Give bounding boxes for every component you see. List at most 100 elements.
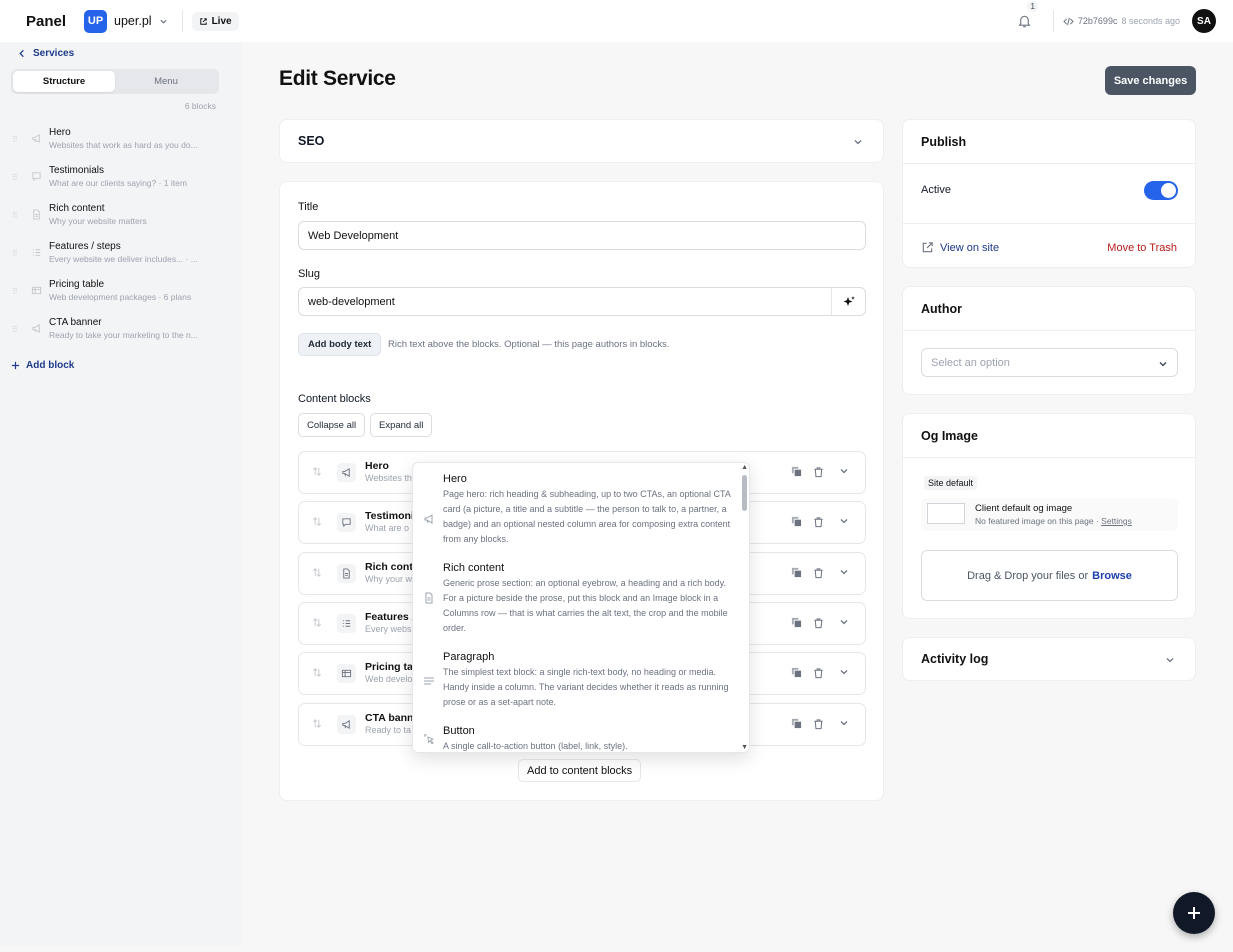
drag-handle-icon[interactable]: ⠿ [12,173,18,182]
block-option-button[interactable]: Button A single call-to-action button (l… [413,725,743,752]
add-body-text-button[interactable]: Add body text [298,333,382,356]
slug-field[interactable]: web-development [298,287,866,316]
notifications-button[interactable]: 1 [1017,1,1038,29]
active-toggle[interactable] [1144,181,1178,200]
generate-slug-button[interactable] [831,288,865,315]
reorder-icon[interactable] [312,718,322,729]
drag-handle-icon[interactable]: ⠿ [12,287,18,296]
chevron-down-icon[interactable] [839,617,849,627]
reorder-icon[interactable] [312,567,322,578]
scroll-up-arrow-icon[interactable]: ▲ [741,464,748,471]
chevron-down-icon[interactable] [853,137,863,147]
document-icon [31,209,42,220]
commit-time: 8 seconds ago [1121,16,1180,26]
brand-logo[interactable]: Panel [26,13,66,30]
live-label: Live [211,15,232,27]
block-option-description: Page hero: rich heading & subheading, up… [443,489,731,544]
external-link-icon [199,17,208,26]
live-button[interactable]: Live [191,11,239,31]
settings-link[interactable]: Settings [1101,516,1132,526]
megaphone-icon [31,323,42,334]
block-option-title: Button [443,725,475,737]
drag-handle-icon[interactable]: ⠿ [12,249,18,258]
duplicate-icon[interactable] [791,516,802,527]
reorder-icon[interactable] [312,617,322,628]
sidebar-item-title: Testimonials [49,165,105,176]
duplicate-icon[interactable] [791,667,802,678]
save-button[interactable]: Save changes [1105,66,1196,95]
file-drop-zone[interactable]: Drag & Drop your files or Browse [921,550,1178,601]
trash-icon[interactable] [813,466,824,478]
trash-icon[interactable] [813,516,824,528]
back-link[interactable]: Services [18,48,74,59]
pointer-click-icon [423,733,435,745]
duplicate-icon[interactable] [791,718,802,729]
workspace-name[interactable]: uper.pl [114,14,152,28]
sidebar-item-cta-banner[interactable]: ⠿ CTA banner Ready to take your marketin… [0,315,241,351]
sidebar-item-subtitle: Websites that work as hard as you do... [49,140,198,150]
add-block-button[interactable]: Add block [11,360,74,371]
chevron-down-icon[interactable] [839,466,849,476]
sidebar-item-pricing-table[interactable]: ⠿ Pricing table Web development packages… [0,277,241,313]
plus-icon [1186,905,1202,921]
trash-icon[interactable] [813,567,824,579]
drag-handle-icon[interactable]: ⠿ [12,211,18,220]
lines-icon [423,675,435,687]
sidebar-item-features-steps[interactable]: ⠿ Features / steps Every website we deli… [0,239,241,275]
chevron-down-icon[interactable] [839,516,849,526]
reorder-icon[interactable] [312,667,322,678]
tab-menu[interactable]: Menu [115,71,217,92]
block-option-paragraph[interactable]: Paragraph The simplest text block: a sin… [413,651,743,721]
seo-panel[interactable]: SEO [279,119,884,163]
sidebar-item-subtitle: What are our clients saying? · 1 item [49,178,187,188]
block-count: 6 blocks [184,101,216,111]
drag-handle-icon[interactable]: ⠿ [12,135,18,144]
chevron-down-icon[interactable] [839,667,849,677]
sidebar-item-title: Rich content [49,203,105,214]
back-link-label: Services [33,48,75,59]
document-icon [423,592,435,604]
block-option-hero[interactable]: Hero Page hero: rich heading & subheadin… [413,473,743,559]
trash-icon[interactable] [813,667,824,679]
block-option-rich-content[interactable]: Rich content Generic prose section: an o… [413,562,743,648]
sidebar-item-rich-content[interactable]: ⠿ Rich content Why your website matters [0,201,241,237]
expand-all-button[interactable]: Expand all [370,413,433,437]
chevron-down-icon[interactable] [159,17,168,26]
sidebar-item-subtitle: Why your website matters [49,216,147,226]
active-label: Active [921,184,951,196]
divider [181,10,183,32]
view-on-site-link[interactable]: View on site [921,241,999,254]
sidebar-item-hero[interactable]: ⠿ Hero Websites that work as hard as you… [0,125,241,161]
duplicate-icon[interactable] [791,466,802,477]
chevron-down-icon[interactable] [1165,655,1175,665]
tab-structure[interactable]: Structure [13,71,115,92]
floating-add-button[interactable] [1173,892,1215,934]
block-subtitle: What are o [365,523,410,533]
chevron-down-icon[interactable] [839,567,849,577]
duplicate-icon[interactable] [791,567,802,578]
reorder-icon[interactable] [312,466,322,477]
trash-icon[interactable] [813,617,824,629]
drag-handle-icon[interactable]: ⠿ [12,325,18,334]
code-icon [1063,17,1074,26]
plus-icon [11,361,20,370]
block-picker-dropdown: ▲ ▼ Hero Page hero: rich heading & subhe… [412,462,750,753]
author-select[interactable]: Select an option [921,348,1178,377]
author-panel: Author Select an option [902,286,1196,395]
sidebar-item-testimonials[interactable]: ⠿ Testimonials What are our clients sayi… [0,163,241,199]
browse-link[interactable]: Browse [1092,570,1132,582]
reorder-icon[interactable] [312,516,322,527]
user-avatar[interactable]: SA [1192,9,1216,33]
add-to-content-blocks-button[interactable]: Add to content blocks [518,759,642,782]
trash-icon[interactable] [813,718,824,730]
move-to-trash-link[interactable]: Move to Trash [1107,242,1177,254]
title-field[interactable]: Web Development [298,221,866,250]
content-blocks-label: Content blocks [298,393,371,405]
collapse-all-button[interactable]: Collapse all [298,413,366,437]
default-og-note: No featured image on this page · Setting… [975,516,1132,526]
chevron-down-icon[interactable] [839,718,849,728]
workspace-avatar[interactable]: UP [84,9,108,33]
site-default-badge: Site default [924,476,978,490]
activity-log-panel[interactable]: Activity log [902,637,1196,681]
duplicate-icon[interactable] [791,617,802,628]
